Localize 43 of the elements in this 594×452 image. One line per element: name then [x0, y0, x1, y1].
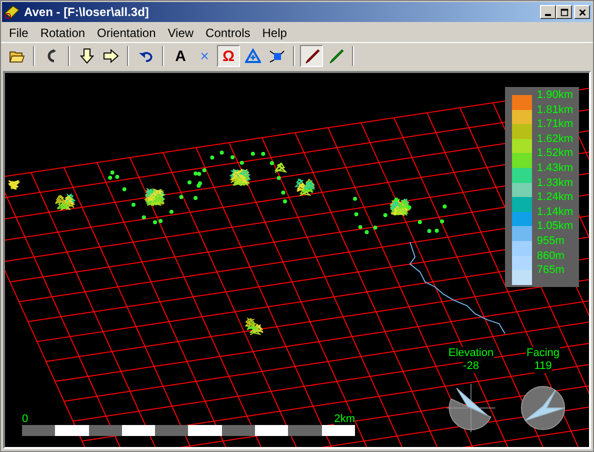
legend-label: 955m	[536, 234, 564, 249]
dial-value: -28	[463, 360, 479, 373]
menu-item[interactable]: Rotation	[34, 26, 92, 40]
right-arrow-icon	[102, 48, 118, 64]
close-button[interactable]	[574, 5, 590, 19]
legend-label: 1.90km	[536, 88, 573, 103]
window-title: Aven - [F:\loser\all.3d]	[24, 5, 150, 19]
dial-value: 119	[534, 360, 552, 373]
legend-label: 1.71km	[536, 117, 573, 132]
maximize-icon	[560, 8, 568, 16]
legend-label: 860m	[536, 248, 564, 264]
legend-label: 1.05km	[536, 219, 573, 234]
scale-label: 0	[22, 413, 28, 425]
maximize-button[interactable]	[556, 5, 572, 19]
square-icon	[268, 48, 284, 64]
pen-icon	[304, 48, 320, 64]
minimize-icon	[545, 14, 551, 16]
legend-label: 765m	[536, 263, 564, 278]
pen-icon	[328, 48, 344, 64]
toolbar-button[interactable]	[300, 45, 323, 67]
legend-label: 1.81km	[536, 102, 573, 118]
down-arrow-icon	[78, 48, 94, 64]
menu-item[interactable]: File	[3, 26, 34, 40]
triangle-icon	[244, 48, 260, 64]
app-icon	[4, 4, 20, 20]
close-icon	[578, 8, 586, 16]
elevation-dial-icon	[444, 381, 498, 435]
toolbar-button[interactable]: Ω	[217, 45, 240, 67]
legend-label: 1.24km	[536, 190, 573, 205]
legend-label: 1.43km	[536, 160, 573, 176]
menu-item[interactable]: Controls	[200, 26, 256, 40]
dial-label: Elevation	[448, 347, 494, 360]
menu-item[interactable]: Help	[256, 26, 293, 40]
legend-label: 1.52km	[536, 146, 573, 161]
dial-label: Facing	[526, 347, 560, 360]
toolbar-button[interactable]: A	[169, 45, 192, 67]
minimize-button[interactable]	[540, 5, 556, 19]
scale-label: 2km	[334, 413, 355, 425]
menu-item[interactable]: Orientation	[91, 26, 162, 40]
legend-label: 1.14km	[536, 204, 573, 220]
legend-label: 1.33km	[536, 176, 573, 190]
menu-item[interactable]: View	[162, 26, 200, 40]
legend-label: 1.62km	[536, 132, 573, 146]
